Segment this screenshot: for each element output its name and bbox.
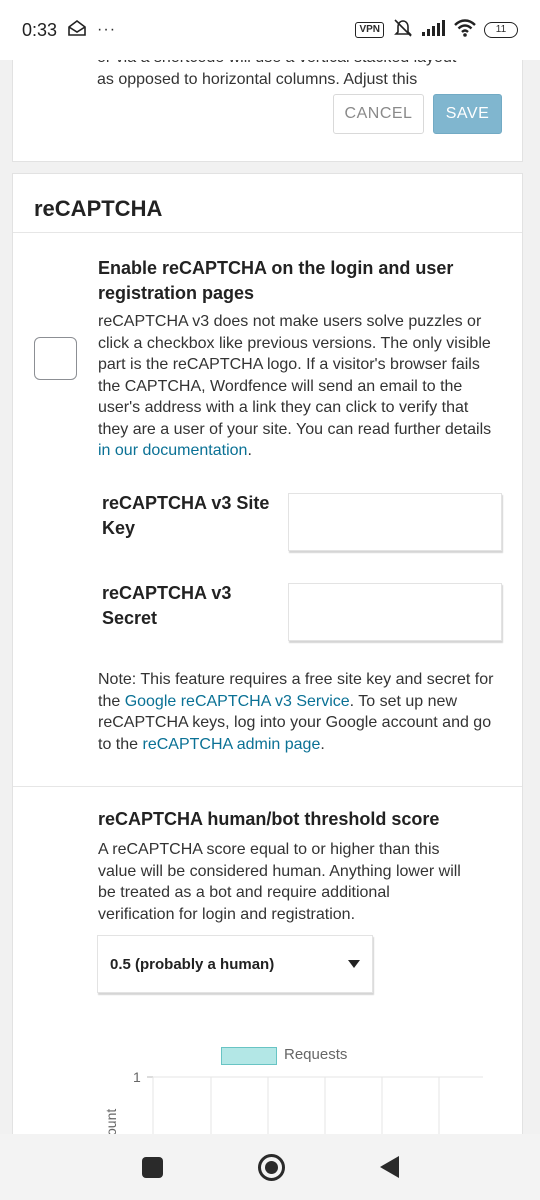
more-notifications-icon: ···: [97, 21, 117, 38]
enable-recaptcha-checkbox[interactable]: [34, 337, 77, 380]
muted-bell-icon: [392, 18, 414, 43]
vpn-icon: VPN: [355, 22, 384, 38]
site-key-input[interactable]: [288, 493, 502, 551]
enable-recaptcha-heading: Enable reCAPTCHA on the login and user r…: [98, 258, 454, 303]
status-bar: 0:33 ··· VPN 11: [0, 0, 540, 60]
enable-recaptcha-description: reCAPTCHA v3 does not make users solve p…: [98, 313, 492, 459]
site-key-label: reCAPTCHA v3 Site Key: [102, 493, 270, 538]
recaptcha-admin-link[interactable]: reCAPTCHA admin page: [142, 736, 320, 753]
save-button[interactable]: SAVE: [433, 94, 502, 134]
navigation-bar: [0, 1134, 540, 1200]
battery-icon: 11: [484, 22, 518, 38]
section-title: reCAPTCHA: [34, 196, 163, 221]
secret-label: reCAPTCHA v3 Secret: [102, 583, 232, 628]
home-icon[interactable]: [257, 1153, 285, 1181]
recent-apps-icon[interactable]: [141, 1156, 163, 1178]
cancel-button[interactable]: CANCEL: [333, 94, 424, 134]
mail-icon: [67, 19, 87, 42]
signal-icon: [422, 19, 446, 41]
threshold-selected-value: 0.5 (probably a human): [110, 955, 275, 973]
back-icon[interactable]: [379, 1156, 399, 1178]
google-recaptcha-service-link[interactable]: Google reCAPTCHA v3 Service: [125, 693, 350, 710]
threshold-description: A reCAPTCHA score equal to or higher tha…: [98, 841, 461, 923]
threshold-select[interactable]: 0.5 (probably a human): [97, 935, 373, 993]
recaptcha-note: Note: This feature requires a free site …: [98, 671, 494, 753]
secret-input[interactable]: [288, 583, 502, 641]
recaptcha-card: reCAPTCHA Enable reCAPTCHA on the login …: [12, 173, 523, 1174]
documentation-link[interactable]: in our documentation: [98, 442, 247, 459]
status-time: 0:33: [22, 19, 58, 40]
threshold-heading: reCAPTCHA human/bot threshold score: [98, 809, 440, 829]
divider: [13, 232, 522, 233]
divider: [13, 786, 522, 787]
dropdown-arrow-icon: [348, 960, 360, 968]
wifi-icon: [454, 18, 476, 42]
